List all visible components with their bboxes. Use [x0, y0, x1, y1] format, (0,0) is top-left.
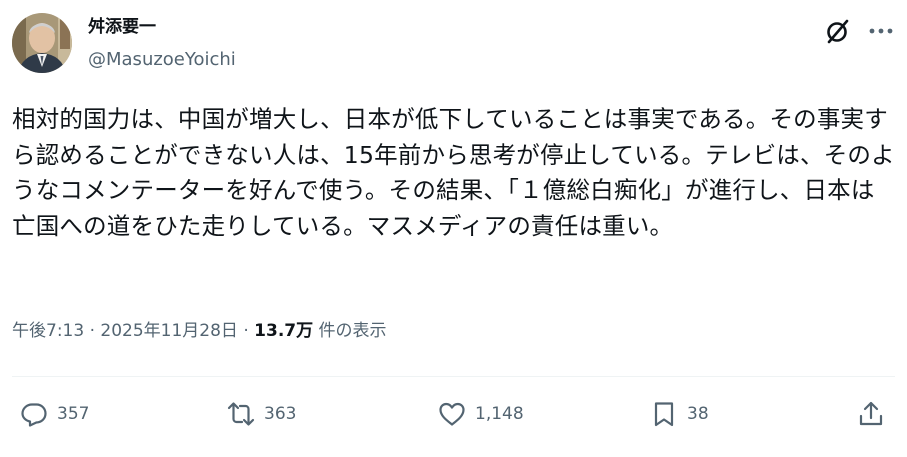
heart-icon [439, 402, 465, 426]
reply-button[interactable]: 357 [20, 397, 89, 431]
reply-count: 357 [57, 404, 90, 424]
repost-button[interactable]: 363 [227, 397, 296, 431]
repost-count: 363 [264, 404, 297, 424]
meta-separator: · [84, 321, 101, 341]
repost-icon [227, 402, 255, 426]
bookmark-count: 38 [687, 404, 709, 424]
avatar-image [12, 13, 72, 73]
author-handle[interactable]: @MasuzoeYoichi [88, 49, 236, 71]
meta-separator: · [237, 321, 255, 341]
more-options-icon[interactable] [866, 17, 896, 45]
tweet-text: 相対的国力は、中国が増大し、日本が低下していることは事実である。その事実すら認め… [12, 105, 895, 240]
avatar[interactable] [12, 13, 72, 73]
reply-icon [21, 403, 47, 427]
tweet-card: 舛添要一 @MasuzoeYoichi 相対的国力は、中国が増大し、日本が低下し… [0, 0, 907, 457]
like-button[interactable]: 1,148 [438, 397, 524, 431]
tweet-meta: 午後7:13 · 2025年11月28日 · 13.7万 件の表示 [12, 319, 387, 343]
tweet-time[interactable]: 午後7:13 [12, 321, 84, 341]
bookmark-button[interactable]: 38 [650, 397, 709, 431]
share-icon [859, 401, 883, 426]
bookmark-icon [654, 402, 674, 427]
divider [12, 376, 895, 377]
like-count: 1,148 [475, 404, 524, 424]
author-name[interactable]: 舛添要一 [88, 16, 156, 38]
grok-icon[interactable] [824, 17, 852, 45]
share-button[interactable] [857, 397, 885, 431]
tweet-date[interactable]: 2025年11月28日 [100, 321, 238, 341]
views-label: 件の表示 [313, 321, 387, 341]
views-count[interactable]: 13.7万 [254, 321, 313, 341]
